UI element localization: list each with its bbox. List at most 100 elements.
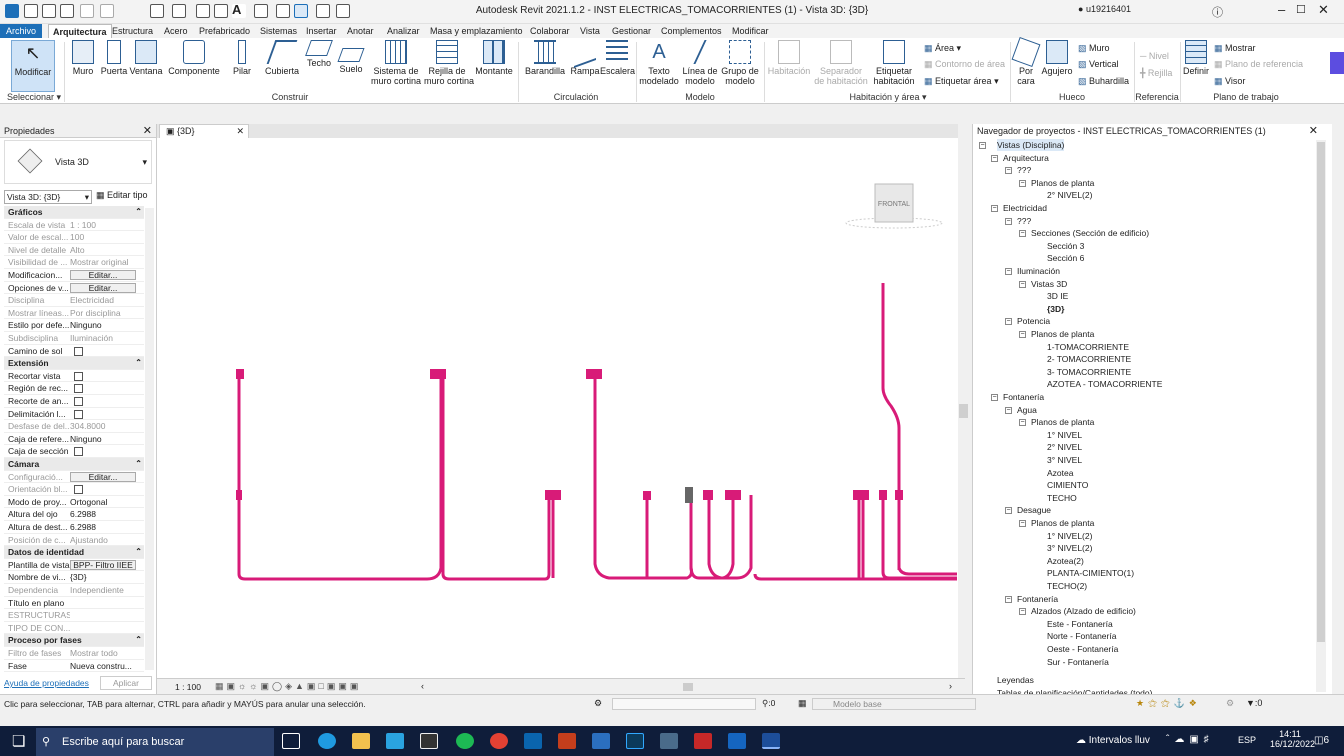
view-scale[interactable]: 1 : 100 [175, 682, 201, 692]
panel-tab-icon[interactable] [1330, 52, 1344, 74]
property-checkbox[interactable] [74, 409, 83, 419]
powerpoint-icon[interactable] [558, 733, 576, 749]
viewcube[interactable]: FRONTAL [845, 183, 943, 229]
browser-node[interactable]: CIMIENTO [1047, 479, 1088, 491]
dormer-button[interactable]: ▧ Buhardilla [1078, 75, 1129, 87]
workset-dropdown[interactable] [612, 698, 756, 710]
browser-node[interactable]: TECHO [1047, 492, 1077, 504]
design-option-dropdown[interactable]: Modelo base [812, 698, 976, 710]
property-row[interactable]: Filtro de fases Mostrar todo [4, 647, 144, 660]
collapse-node-icon[interactable]: − [1019, 179, 1026, 187]
settings-icon[interactable]: ⚙ [1226, 698, 1234, 709]
close-icon[interactable]: ✕ [1309, 124, 1318, 138]
property-edit-button[interactable]: Editar... [70, 282, 136, 293]
property-row[interactable]: Disciplina Electricidad [4, 294, 144, 307]
store-icon[interactable] [386, 733, 404, 749]
browser-node[interactable]: Secciones (Sección de edificio) [1031, 227, 1149, 239]
apply-button[interactable]: Aplicar [100, 676, 152, 690]
app-icon[interactable] [592, 733, 610, 749]
property-value[interactable]: Nueva constru... [70, 660, 140, 672]
tab-systems[interactable]: Sistemas [256, 24, 301, 38]
window-button[interactable]: Ventana [128, 40, 164, 92]
browser-node[interactable]: Arquitectura [1003, 152, 1049, 164]
outlet-box[interactable] [236, 490, 242, 500]
viewer-button[interactable]: ▦ Visor [1214, 75, 1245, 87]
property-value[interactable]: Ortogonal [70, 496, 140, 508]
photoshop-icon[interactable] [626, 733, 644, 749]
property-row[interactable]: Mostrar líneas... Por disciplina [4, 307, 144, 320]
ref-plane-button[interactable]: ▦ Plano de referencia [1214, 58, 1303, 70]
close-tab-icon[interactable]: ✕ [236, 125, 244, 137]
tab-architecture[interactable]: Arquitectura [48, 24, 112, 38]
wall-opening-button[interactable]: ▧ Muro [1078, 42, 1110, 54]
model-line-button[interactable]: Línea de modelo [680, 40, 720, 92]
browser-node[interactable]: Potencia [1017, 315, 1050, 327]
collapse-node-icon[interactable]: − [1005, 406, 1012, 414]
browser-node[interactable]: ??? [1017, 164, 1031, 176]
tab-annotate[interactable]: Anotar [343, 24, 378, 38]
collapse-node-icon[interactable]: − [1005, 217, 1012, 225]
browser-node[interactable]: 1° NIVEL [1047, 429, 1082, 441]
collapse-node-icon[interactable]: − [991, 205, 998, 212]
tab-structure[interactable]: Estructura [108, 24, 157, 38]
weather-widget[interactable]: ☁ Intervalos lluv [1076, 735, 1150, 746]
property-row[interactable]: Fase Nueva constru... [4, 660, 144, 673]
browser-node[interactable]: Fontanería [1017, 593, 1058, 605]
shaft-button[interactable]: Agujero [1040, 40, 1074, 92]
browser-node[interactable]: 2° NIVEL [1047, 441, 1082, 453]
view-scrollbar-vertical[interactable] [958, 124, 970, 680]
browser-node[interactable]: 3D IE [1047, 290, 1068, 302]
outlet-box[interactable] [703, 490, 713, 500]
user-area[interactable]: ● u19216401 [1078, 4, 1131, 20]
collapse-node-icon[interactable]: − [1005, 318, 1012, 326]
outlet-box[interactable] [236, 369, 244, 379]
grid-button[interactable]: ╋ Rejilla [1140, 67, 1172, 79]
language-indicator[interactable]: ESP [1238, 735, 1256, 745]
property-value[interactable]: Por disciplina [70, 307, 140, 319]
outlet-box[interactable] [430, 369, 446, 379]
browser-node[interactable]: Norte - Fontanería [1047, 630, 1116, 642]
select-count[interactable]: ⚲:0 [762, 698, 775, 709]
outlet-box[interactable] [879, 490, 887, 500]
model-text-button[interactable]: A Texto modelado [638, 40, 680, 92]
property-checkbox[interactable] [74, 447, 83, 457]
outlet-box[interactable] [586, 369, 602, 379]
property-row[interactable]: Opciones de v... Editar... [4, 282, 144, 295]
scroll-thumb[interactable] [1317, 142, 1325, 642]
property-edit-button[interactable]: BPP- Filtro IIEE [70, 559, 136, 570]
chrome-icon[interactable] [490, 733, 508, 749]
area-button[interactable]: ▦ Área ▾ [924, 42, 961, 54]
acrobat-icon[interactable] [694, 733, 712, 749]
property-checkbox[interactable] [74, 485, 83, 495]
area-boundary-button[interactable]: ▦ Contorno de área [924, 58, 1005, 70]
instance-selector[interactable]: Vista 3D: {3D} ▾ [4, 190, 92, 204]
close-button[interactable]: ✕ [1318, 2, 1329, 18]
show-workplane-button[interactable]: ▦ Mostrar [1214, 42, 1256, 54]
browser-node[interactable]: Sección 3 [1047, 240, 1084, 252]
outlet-box[interactable] [853, 490, 869, 500]
3d-view-canvas[interactable]: FRONTAL [157, 138, 960, 678]
browser-node[interactable]: 1-TOMACORRIENTE [1047, 341, 1129, 353]
collapse-node-icon[interactable]: − [1005, 167, 1012, 175]
modify-button[interactable]: ↖ Modificar [11, 40, 55, 92]
property-checkbox[interactable] [74, 384, 83, 394]
conduit-boxes[interactable] [236, 369, 903, 503]
browser-node[interactable]: Leyendas [997, 674, 1034, 686]
ceiling-button[interactable]: Techo [304, 40, 334, 92]
properties-help-link[interactable]: Ayuda de propiedades [4, 678, 89, 688]
browser-node[interactable]: Azotea [1047, 467, 1073, 479]
tab-file[interactable]: Archivo [0, 24, 42, 38]
property-row[interactable]: Plantilla de vista BPP- Filtro IIEE [4, 559, 144, 572]
collapse-icon[interactable]: ⌃ [135, 634, 142, 646]
browser-node[interactable]: 3° NIVEL(2) [1047, 542, 1092, 554]
browser-node[interactable]: Desague [1017, 504, 1051, 516]
property-value[interactable]: Iluminación [70, 332, 140, 344]
revit-taskbar-icon[interactable] [762, 733, 780, 749]
browser-node[interactable]: Fontanería [1003, 391, 1044, 403]
property-row[interactable]: Nombre de vi... {3D} [4, 571, 144, 584]
curtain-grid-button[interactable]: Rejilla de muro cortina [424, 40, 474, 92]
outlet-box[interactable] [643, 491, 651, 500]
browser-node[interactable]: Planos de planta [1031, 517, 1094, 529]
property-value[interactable]: 1 : 100 [70, 219, 140, 231]
vertical-opening-button[interactable]: ▧ Vertical [1078, 58, 1119, 70]
